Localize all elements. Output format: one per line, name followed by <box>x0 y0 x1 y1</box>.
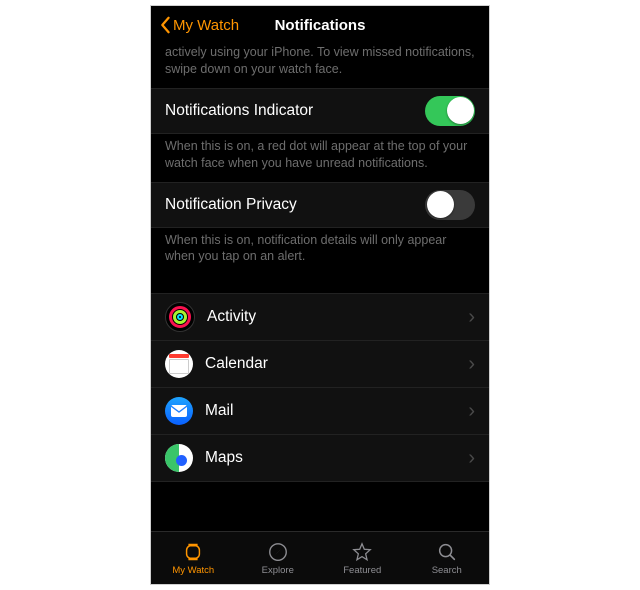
app-label: Calendar <box>205 355 456 373</box>
chevron-right-icon: › <box>468 447 475 470</box>
setting-hint: When this is on, a red dot will appear a… <box>151 134 489 182</box>
chevron-right-icon: › <box>468 306 475 329</box>
app-label: Maps <box>205 449 456 467</box>
activity-icon <box>165 302 195 332</box>
watch-app-screen: My Watch Notifications actively using yo… <box>150 5 490 585</box>
app-row-activity[interactable]: Activity › <box>151 293 489 340</box>
tab-label: Featured <box>343 565 381 576</box>
top-hint-text: actively using your iPhone. To view miss… <box>151 44 489 88</box>
tab-label: Search <box>432 565 462 576</box>
tab-search[interactable]: Search <box>405 532 490 584</box>
app-row-maps[interactable]: Maps › <box>151 434 489 482</box>
app-label: Activity <box>207 308 456 326</box>
chevron-right-icon: › <box>468 400 475 423</box>
tab-label: Explore <box>262 565 294 576</box>
tab-explore[interactable]: Explore <box>236 532 321 584</box>
search-icon <box>435 541 459 563</box>
back-label: My Watch <box>173 17 239 34</box>
toggle-notification-privacy[interactable] <box>425 190 475 220</box>
setting-label: Notification Privacy <box>165 196 297 214</box>
settings-scroll[interactable]: actively using your iPhone. To view miss… <box>151 44 489 532</box>
app-row-mail[interactable]: Mail › <box>151 387 489 434</box>
compass-icon <box>266 541 290 563</box>
chevron-left-icon <box>159 16 171 34</box>
tab-featured[interactable]: Featured <box>320 532 405 584</box>
app-notification-list: Activity › Calendar › Mail › Maps › <box>151 293 489 482</box>
chevron-right-icon: › <box>468 353 475 376</box>
star-icon <box>350 541 374 563</box>
mail-icon <box>165 397 193 425</box>
toggle-notifications-indicator[interactable] <box>425 96 475 126</box>
setting-notifications-indicator: Notifications Indicator <box>151 88 489 134</box>
app-row-calendar[interactable]: Calendar › <box>151 340 489 387</box>
tab-label: My Watch <box>172 565 214 576</box>
tab-bar: My Watch Explore Featured Search <box>151 531 489 584</box>
setting-label: Notifications Indicator <box>165 102 313 120</box>
watch-icon <box>181 541 205 563</box>
setting-notification-privacy: Notification Privacy <box>151 182 489 228</box>
back-button[interactable]: My Watch <box>159 16 239 34</box>
navbar: My Watch Notifications <box>151 6 489 44</box>
app-label: Mail <box>205 402 456 420</box>
tab-my-watch[interactable]: My Watch <box>151 532 236 584</box>
maps-icon <box>165 444 193 472</box>
setting-hint: When this is on, notification details wi… <box>151 228 489 276</box>
calendar-icon <box>165 350 193 378</box>
